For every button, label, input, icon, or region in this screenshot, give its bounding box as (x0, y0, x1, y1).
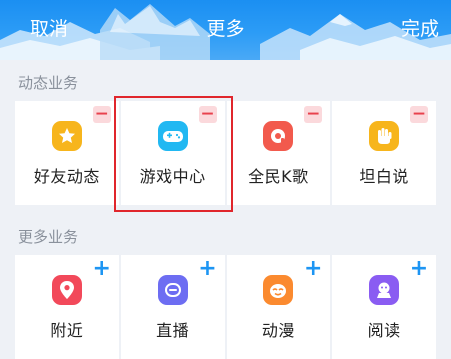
service-tile-confession[interactable]: 坦白说 − (332, 101, 436, 205)
service-tile-karaoke[interactable]: 全民K歌 − (226, 101, 331, 205)
add-button[interactable]: + (198, 257, 216, 279)
service-tile-nearby[interactable]: 附近 + (15, 255, 119, 359)
add-button[interactable]: + (410, 257, 428, 279)
gamepad-icon (157, 121, 188, 151)
service-label: 附近 (50, 321, 84, 340)
section-label-more: 更多业务 (18, 228, 79, 246)
service-label: 游戏中心 (139, 167, 206, 186)
service-label: 直播 (156, 321, 190, 340)
service-tile-friends-feed[interactable]: 好友动态 − (15, 101, 119, 205)
location-pin-icon (51, 275, 82, 305)
star-icon (51, 121, 82, 151)
service-tile-game-center[interactable]: 游戏中心 − (120, 101, 225, 205)
service-tile-reading[interactable]: 阅读 + (332, 255, 436, 359)
service-label: 动漫 (261, 321, 295, 340)
page-title: 更多 (206, 18, 245, 40)
dynamic-services-grid: 好友动态 − 游戏中心 − 全民K歌 − 坦白说 − (15, 101, 436, 205)
reader-icon (369, 275, 400, 305)
hand-icon (369, 121, 400, 151)
service-tile-anime[interactable]: 动漫 + (226, 255, 331, 359)
remove-button[interactable]: − (92, 106, 111, 123)
karaoke-icon (263, 121, 294, 151)
service-label: 全民K歌 (248, 167, 309, 186)
done-button[interactable]: 完成 (401, 14, 439, 41)
service-label: 好友动态 (33, 167, 100, 186)
header-bar: 取消 更多 完成 (0, 0, 451, 60)
add-button[interactable]: + (304, 257, 322, 279)
service-label: 坦白说 (359, 167, 409, 186)
remove-button[interactable]: − (304, 106, 323, 123)
live-icon (157, 275, 188, 305)
add-button[interactable]: + (93, 257, 111, 279)
remove-button[interactable]: − (198, 106, 217, 123)
section-label-dynamic: 动态业务 (18, 74, 79, 92)
remove-button[interactable]: − (410, 106, 428, 123)
more-services-grid: 附近 + 直播 + 动漫 + 阅读 + (15, 255, 436, 359)
service-label: 阅读 (367, 321, 401, 340)
service-tile-live[interactable]: 直播 + (120, 255, 225, 359)
anime-icon (263, 275, 294, 305)
